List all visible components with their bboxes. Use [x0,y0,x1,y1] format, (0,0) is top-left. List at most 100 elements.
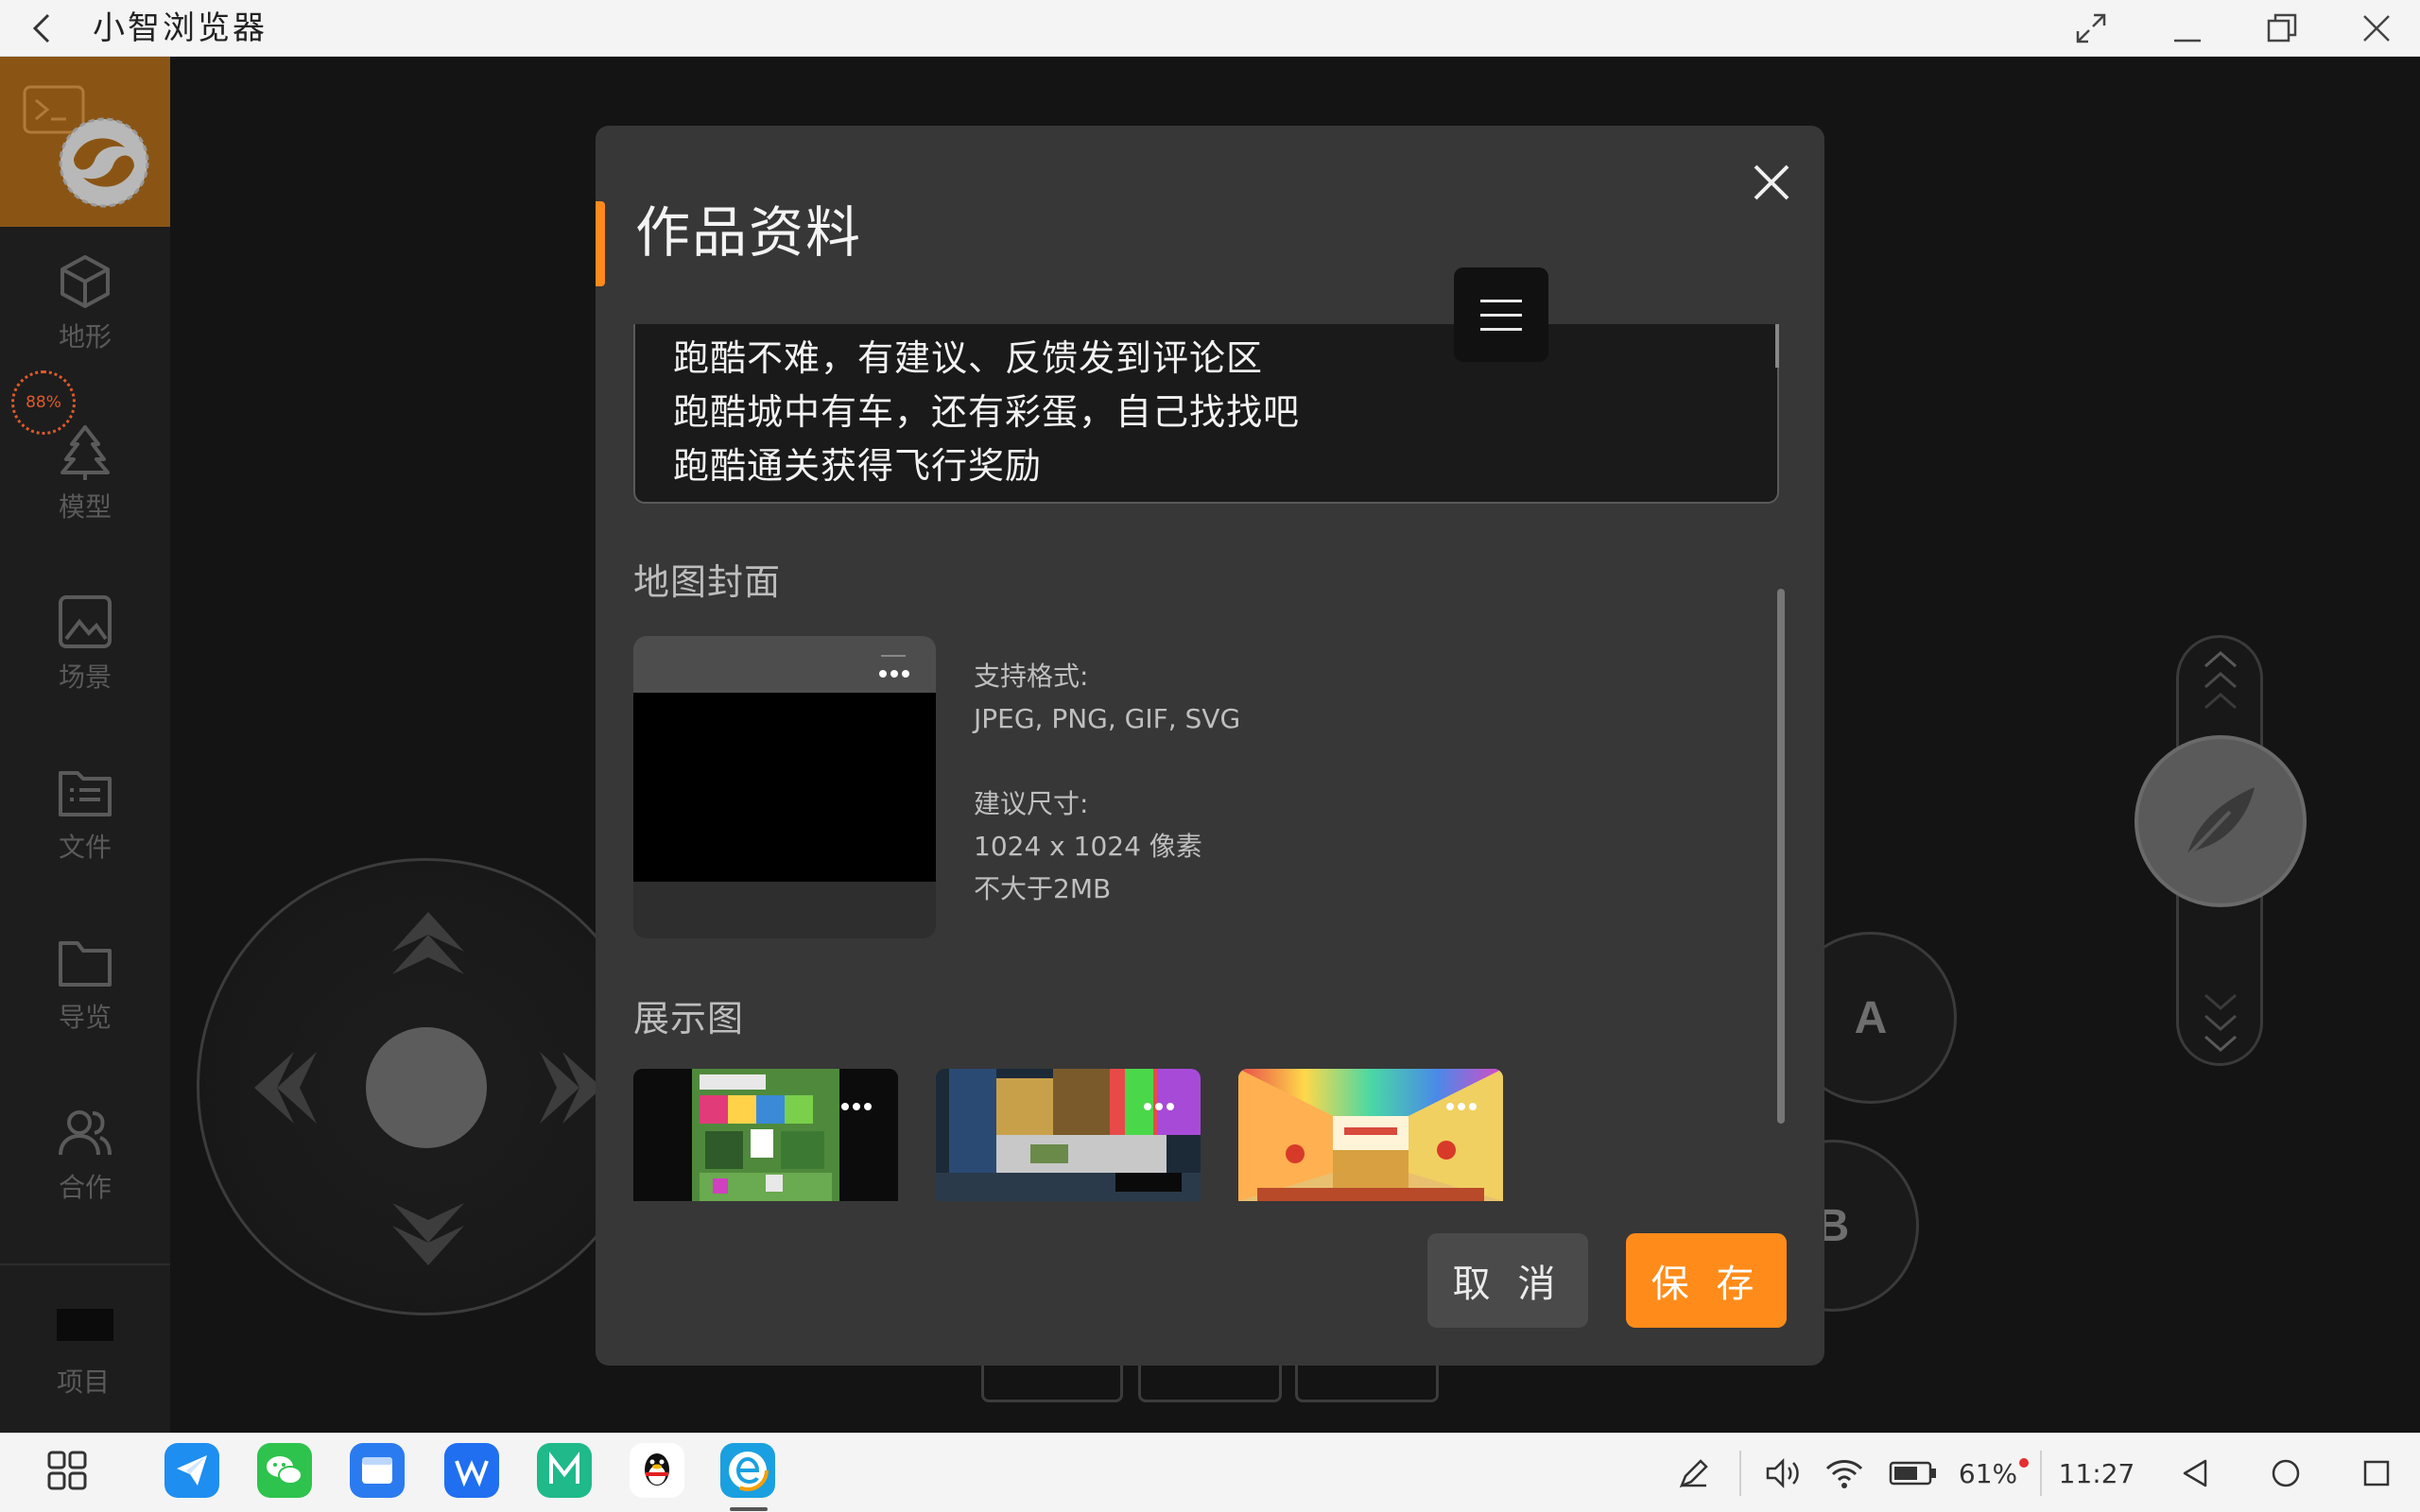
fly-toggle-button[interactable] [2135,735,2307,907]
sidebar-item-collab[interactable]: 合作 [0,1104,170,1236]
pen-tray-button[interactable] [1675,1452,1713,1494]
gallery-image-1[interactable] [633,1069,898,1201]
minimize-button[interactable] [2165,6,2210,51]
menu-icon-line [1480,327,1522,331]
size-label: 建议尺寸: [974,788,1089,819]
nav-back-button[interactable] [2174,1452,2216,1494]
battery-icon [1889,1461,1936,1486]
dock-app-browser[interactable] [720,1443,775,1498]
description-scrollbar[interactable] [1775,324,1779,368]
dock-app-wps[interactable] [444,1443,499,1498]
tray-separator [2040,1451,2042,1496]
wifi-icon [1825,1460,1863,1488]
cover-image [633,693,936,882]
sidebar-item-label: 地形 [58,321,112,352]
wifi-button[interactable] [1823,1452,1866,1494]
image-icon [59,595,112,648]
logo-swirl-icon [59,117,149,208]
cancel-button[interactable]: 取 消 [1427,1233,1588,1328]
restore-button[interactable] [2259,6,2305,51]
users-icon [59,1110,112,1156]
dialog-scrollbar[interactable] [1777,589,1785,1124]
gallery-thumbnail-3 [1238,1069,1503,1201]
battery-indicator[interactable] [1887,1452,1940,1494]
sidebar-item-label: 合作 [58,1172,112,1203]
movement-joystick[interactable] [197,858,654,1315]
mind-icon [549,1452,579,1484]
close-icon [1754,164,1789,200]
dialog-title: 作品资料 [635,200,863,265]
cover-card-header [633,636,936,693]
dock-app-feishu[interactable] [164,1443,219,1498]
sidebar-item-label: 场景 [58,662,112,693]
dock-app-mindmaster[interactable] [537,1443,592,1498]
dock-app-qq[interactable] [630,1443,684,1498]
triangle-back-icon [2183,1459,2207,1487]
project-thumbnail[interactable] [57,1309,113,1341]
dock-app-wechat[interactable] [257,1443,312,1498]
browser-title-bar: 小智浏览器 [0,0,2420,57]
chevrons-up-icon [2204,651,2237,710]
tray-separator [1739,1451,1741,1496]
cover-image-card[interactable] [633,636,936,938]
more-icon[interactable] [841,1103,872,1110]
square-recents-icon [2363,1460,2390,1486]
sidebar-item-file[interactable]: 文件 [0,764,170,896]
gallery-image-2[interactable] [936,1069,1201,1201]
app-drawer-button[interactable] [40,1443,95,1498]
more-icon[interactable] [1144,1103,1174,1110]
more-icon[interactable] [879,670,909,678]
cover-card-footer [633,882,936,938]
feather-icon [2185,787,2255,859]
gallery-thumbnail-1 [633,1069,898,1201]
fullscreen-button[interactable] [2068,6,2114,51]
minimize-icon [2174,39,2201,43]
sidebar-item-scene[interactable]: 场景 [0,593,170,726]
joystick-knob[interactable] [366,1027,487,1148]
sidebar-divider [0,1263,170,1265]
sidebar-item-model[interactable]: 模型 [0,423,170,556]
sidebar-item-label: 导览 [58,1002,112,1033]
description-line: 跑酷不难，有建议、反馈发到评论区 [673,337,1264,379]
restore-icon [2267,13,2297,43]
save-button[interactable]: 保 存 [1626,1233,1787,1328]
cover-requirements: 支持格式: JPEG, PNG, GIF, SVG 建议尺寸: 1024 x 1… [974,655,1240,910]
description-menu-button[interactable] [1454,267,1548,362]
speaker-icon [1766,1457,1799,1489]
gallery-image-3[interactable] [1238,1069,1503,1201]
nav-recents-button[interactable] [2356,1452,2397,1494]
close-icon [2363,15,2390,42]
tree-icon [60,425,110,480]
wps-icon [455,1460,489,1487]
gallery-section-label: 展示图 [633,998,745,1040]
dialog-close-button[interactable] [1745,156,1798,209]
project-label: 项目 [57,1366,111,1398]
title-accent-bar [596,201,605,286]
editor-stage: 地形 模型 场景 文件 导览 合作 项目 88% A B 作品资料 跑酷不难，有… [0,57,2420,1433]
nav-home-button[interactable] [2265,1452,2307,1494]
menu-icon-line [1480,313,1522,317]
back-button[interactable] [21,8,62,49]
size-value: 1024 x 1024 像素 [974,831,1202,862]
folder-icon [59,941,112,987]
app-logo[interactable] [0,57,170,227]
more-icon[interactable] [1446,1103,1477,1110]
cover-section-label: 地图封面 [633,561,782,603]
pen-icon [1679,1459,1708,1488]
arrow-down-icon [392,1203,464,1265]
notification-dot [2019,1458,2029,1468]
description-textarea[interactable]: 跑酷不难，有建议、反馈发到评论区 跑酷城中有车，还有彩蛋，自己找找吧 跑酷通关获… [633,324,1779,504]
description-line-cut [673,324,1240,332]
file-list-icon [59,771,112,816]
dock-app-files[interactable] [350,1443,405,1498]
sidebar-item-terrain[interactable]: 地形 [0,253,170,386]
penguin-icon [645,1453,669,1486]
arrow-right-icon [540,1052,602,1124]
volume-button[interactable] [1762,1452,1804,1494]
gallery-thumbnail-2 [936,1069,1201,1201]
close-window-button[interactable] [2354,6,2399,51]
chevrons-down-icon [2204,993,2237,1052]
arrow-up-icon [392,912,464,974]
max-size-value: 不大于2MB [974,873,1112,904]
sidebar-item-guide[interactable]: 导览 [0,934,170,1066]
